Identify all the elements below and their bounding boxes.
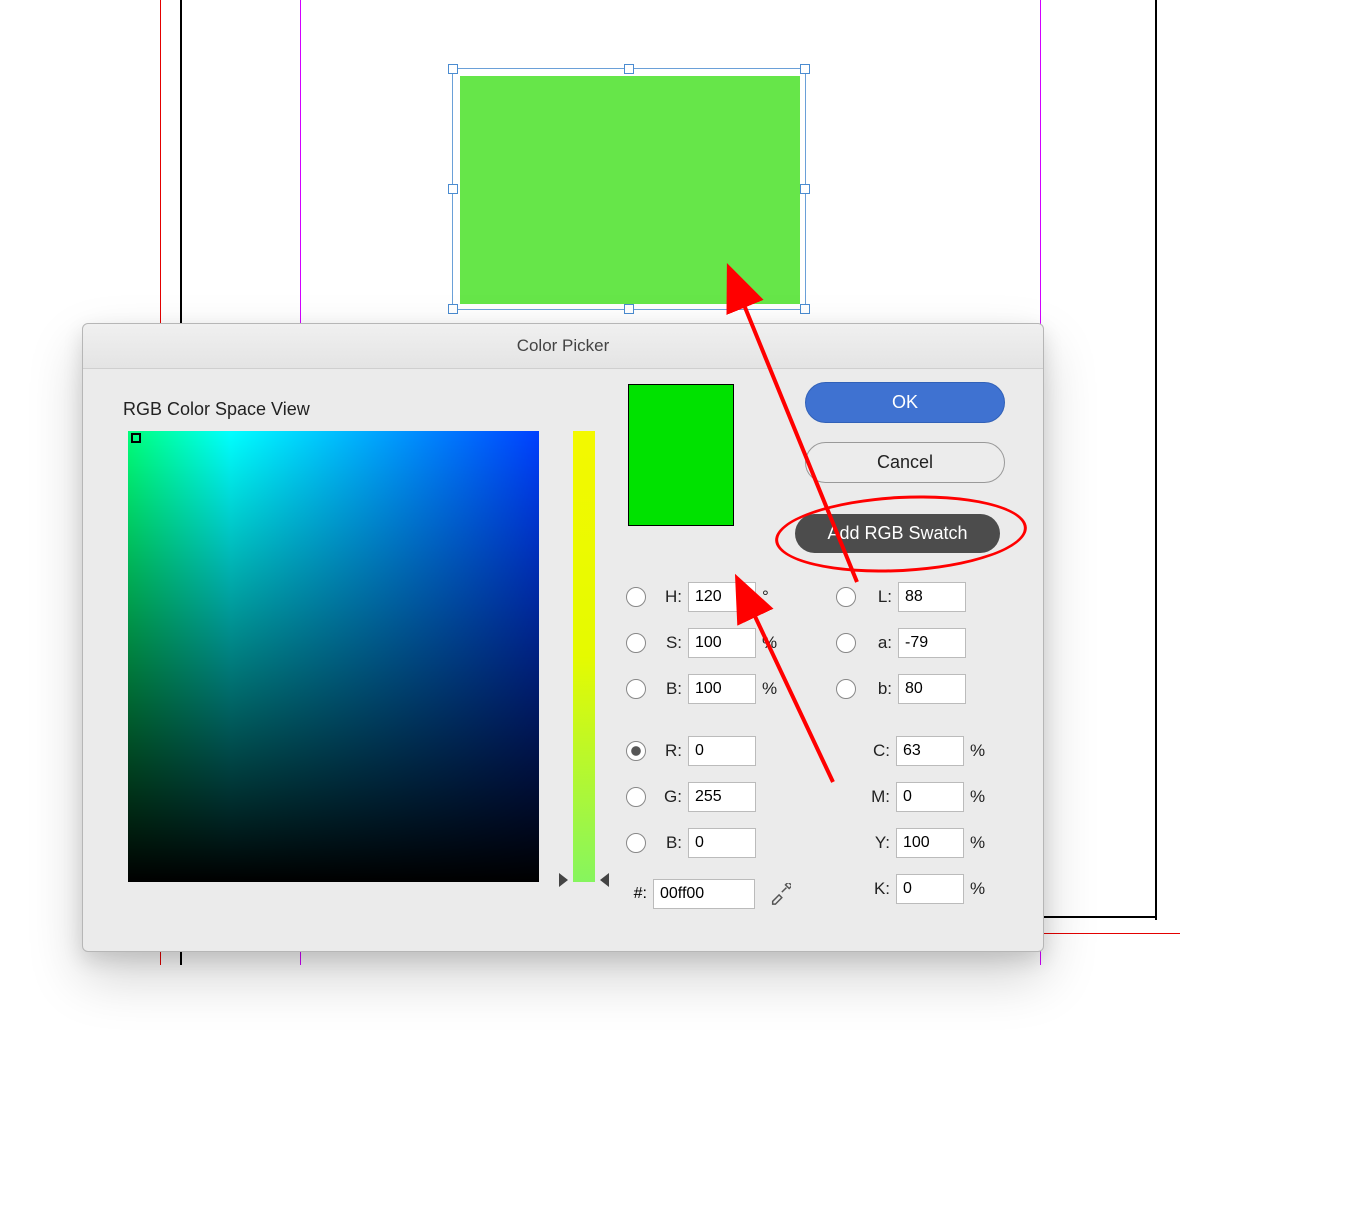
input-r[interactable] [688, 736, 756, 766]
selection-handle-se[interactable] [800, 304, 810, 314]
selection-bounding-box [452, 68, 806, 310]
radio-h[interactable] [626, 587, 646, 607]
radio-b-hsb[interactable] [626, 679, 646, 699]
input-c[interactable] [896, 736, 964, 766]
label-a: a: [864, 633, 892, 653]
color-preview [628, 384, 734, 526]
label-r: R: [654, 741, 682, 761]
input-b-rgb[interactable] [688, 828, 756, 858]
unit-b-hsb: % [762, 679, 782, 699]
input-hex[interactable] [653, 879, 755, 909]
color-field-cursor [131, 433, 141, 443]
radio-l[interactable] [836, 587, 856, 607]
label-c: C: [862, 741, 890, 761]
input-k[interactable] [896, 874, 964, 904]
ok-button[interactable]: OK [805, 382, 1005, 423]
hue-slider-indicator-right [600, 873, 609, 887]
unit-k: % [970, 879, 990, 899]
dialog-title: Color Picker [83, 324, 1043, 369]
radio-a[interactable] [836, 633, 856, 653]
label-b-lab: b: [864, 679, 892, 699]
color-field[interactable] [128, 431, 539, 882]
hue-slider[interactable] [573, 431, 595, 882]
unit-m: % [970, 787, 990, 807]
label-l: L: [864, 587, 892, 607]
hue-slider-indicator-left [559, 873, 568, 887]
label-h: H: [654, 587, 682, 607]
input-h[interactable] [688, 582, 756, 612]
color-picker-dialog: Color Picker RGB Color Space View OK Can… [82, 323, 1044, 952]
radio-s[interactable] [626, 633, 646, 653]
label-k: K: [862, 879, 890, 899]
label-y: Y: [862, 833, 890, 853]
input-s[interactable] [688, 628, 756, 658]
input-b-lab[interactable] [898, 674, 966, 704]
selection-handle-sw[interactable] [448, 304, 458, 314]
unit-c: % [970, 741, 990, 761]
input-y[interactable] [896, 828, 964, 858]
eyedropper-icon[interactable] [769, 883, 791, 905]
add-rgb-swatch-button[interactable]: Add RGB Swatch [795, 514, 1000, 553]
input-l[interactable] [898, 582, 966, 612]
selection-handle-e[interactable] [800, 184, 810, 194]
selection-handle-w[interactable] [448, 184, 458, 194]
label-hex: #: [627, 885, 647, 903]
selection-handle-ne[interactable] [800, 64, 810, 74]
radio-r[interactable] [626, 741, 646, 761]
color-value-fields: H: ° L: S: % a: [626, 574, 1026, 912]
selection-handle-s[interactable] [624, 304, 634, 314]
unit-h: ° [762, 587, 782, 607]
label-b-rgb: B: [654, 833, 682, 853]
radio-b-lab[interactable] [836, 679, 856, 699]
label-g: G: [654, 787, 682, 807]
label-s: S: [654, 633, 682, 653]
guide-black-right [1155, 0, 1157, 920]
input-a[interactable] [898, 628, 966, 658]
input-g[interactable] [688, 782, 756, 812]
label-m: M: [862, 787, 890, 807]
input-m[interactable] [896, 782, 964, 812]
unit-s: % [762, 633, 782, 653]
radio-b-rgb[interactable] [626, 833, 646, 853]
label-b-hsb: B: [654, 679, 682, 699]
input-b-hsb[interactable] [688, 674, 756, 704]
cancel-button[interactable]: Cancel [805, 442, 1005, 483]
radio-g[interactable] [626, 787, 646, 807]
unit-y: % [970, 833, 990, 853]
selection-handle-nw[interactable] [448, 64, 458, 74]
selection-handle-n[interactable] [624, 64, 634, 74]
